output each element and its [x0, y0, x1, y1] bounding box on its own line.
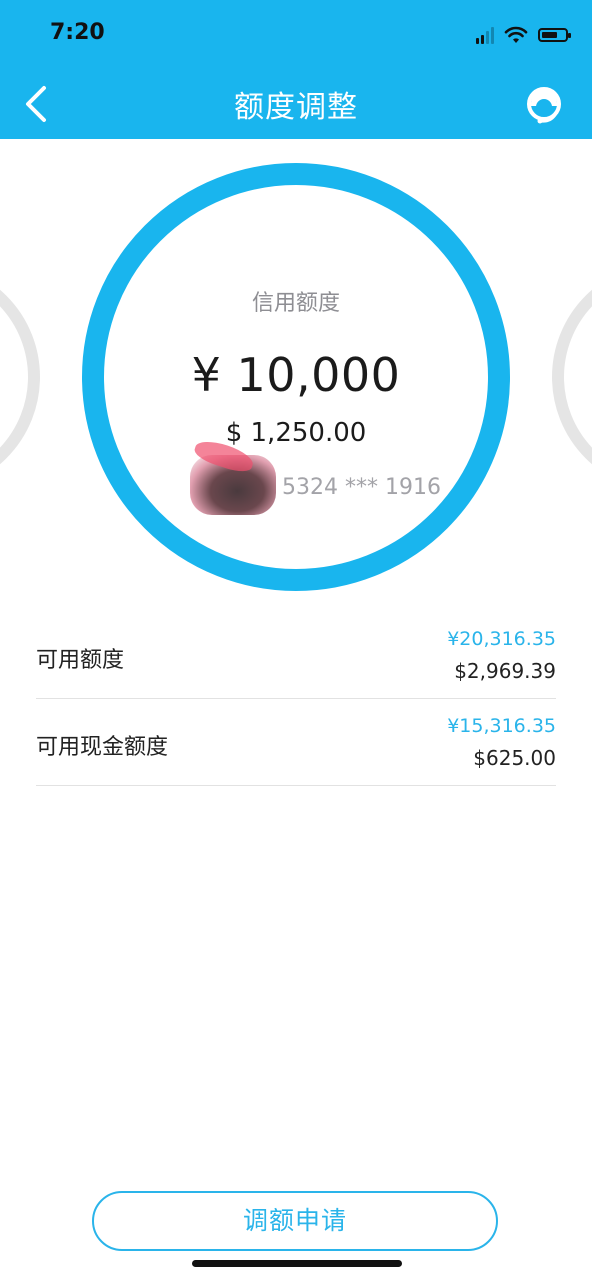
status-time: 7:20	[50, 20, 105, 45]
battery-icon	[538, 28, 571, 42]
card-info: 5324 *** 1916	[190, 436, 450, 517]
app-header: 7:20 额度调整	[0, 0, 592, 139]
credit-limit-label: 信用额度	[251, 291, 340, 316]
previous-card-circle[interactable]	[0, 262, 40, 492]
page-title: 额度调整	[234, 90, 358, 125]
card-number: 5324 *** 1916	[282, 475, 441, 500]
apply-limit-adjustment-button[interactable]: 调额申请	[92, 1191, 498, 1251]
next-card-circle[interactable]	[552, 262, 592, 492]
available-limit-row: 可用额度 ¥20,316.35 $2,969.39	[36, 612, 556, 699]
customer-service-button[interactable]	[522, 83, 566, 127]
credit-limit-ring: 信用额度 ¥ 10,000 $ 1,250.00 5324 *** 1916	[82, 163, 510, 591]
available-limit-usd: $2,969.39	[454, 659, 556, 683]
status-icons	[476, 24, 571, 46]
available-limit-label: 可用额度	[36, 648, 125, 673]
credit-limit-page: 7:20 额度调整 信用额度 ¥ 10,000 $ 1,250.00 5324 …	[0, 0, 592, 1280]
home-indicator[interactable]	[192, 1260, 402, 1267]
available-limit-cny: ¥20,316.35	[447, 628, 556, 650]
credit-limit-cny: ¥ 10,000	[191, 348, 401, 402]
credit-limit-usd: $ 1,250.00	[225, 418, 367, 448]
available-cash-limit-label: 可用现金额度	[36, 735, 169, 760]
cellular-signal-icon	[476, 26, 494, 44]
wifi-icon	[504, 26, 528, 43]
available-cash-limit-usd: $625.00	[473, 746, 556, 770]
available-cash-limit-row: 可用现金额度 ¥15,316.35 $625.00	[36, 699, 556, 786]
available-cash-limit-cny: ¥15,316.35	[447, 715, 556, 737]
customer-service-icon	[527, 87, 561, 124]
